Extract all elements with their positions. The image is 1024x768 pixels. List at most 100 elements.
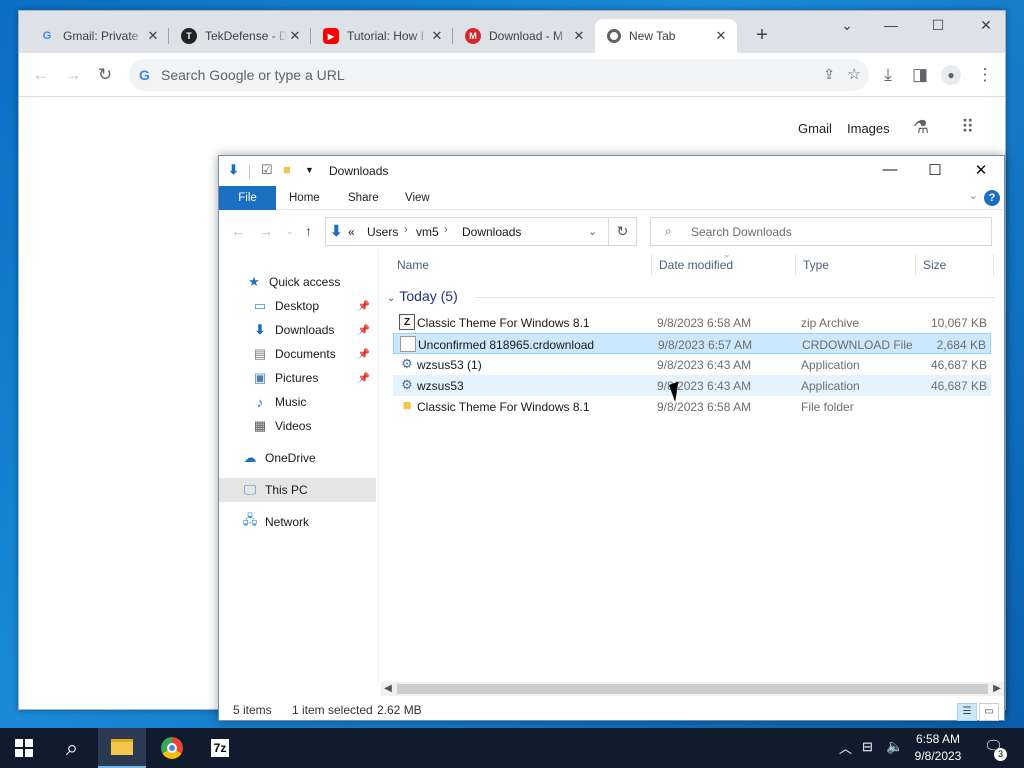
properties-icon[interactable]: ☑	[261, 162, 273, 180]
quick-access-dropdown-icon[interactable]: ▼	[305, 165, 314, 183]
address-segment-downloads[interactable]: Downloads	[462, 225, 521, 239]
pin-icon[interactable]: 📌	[358, 301, 370, 312]
file-size: 46,687 KB	[930, 379, 987, 393]
clock[interactable]: 6:58 AM 9/8/2023	[908, 731, 968, 765]
network-status-icon[interactable]: ⊟	[862, 739, 873, 768]
pin-icon[interactable]: 📌	[358, 349, 370, 360]
bookmark-star-icon[interactable]: ☆	[848, 65, 861, 83]
file-row-selected[interactable]: Unconfirmed 818965.crdownload 9/8/2023 6…	[393, 333, 991, 354]
close-icon[interactable]: ✕	[429, 28, 445, 44]
address-segment-users[interactable]: Users	[367, 225, 398, 239]
reload-button[interactable]: ↻	[95, 65, 115, 85]
close-icon[interactable]: ✕	[571, 28, 587, 44]
7zip-icon[interactable]: 7z	[196, 728, 244, 768]
clock-date: 9/8/2023	[914, 749, 962, 763]
scroll-left-icon[interactable]: ◀	[381, 682, 395, 696]
back-button[interactable]: ←	[231, 223, 245, 239]
minimize-button[interactable]: —	[876, 161, 904, 178]
status-bar: 5 items 1 item selected 2.62 MB ☰ ▭	[219, 698, 1004, 722]
back-button[interactable]: ←	[31, 65, 51, 85]
forward-button[interactable]: →	[63, 65, 83, 85]
tab-gmail[interactable]: G Gmail: Private ✕	[27, 19, 169, 53]
nav-documents[interactable]: ▤ Documents 📌	[219, 342, 376, 366]
scrollbar-thumb[interactable]	[397, 684, 988, 694]
maximize-button[interactable]: ☐	[928, 17, 948, 34]
tab-mega[interactable]: M Download - M ✕	[453, 19, 595, 53]
menu-icon[interactable]: ⋮	[975, 65, 995, 85]
nav-videos[interactable]: ▦ Videos	[219, 414, 376, 438]
file-row[interactable]: Z Classic Theme For Windows 8.1 9/8/2023…	[393, 312, 991, 333]
refresh-button[interactable]: ↻	[609, 217, 637, 246]
pin-icon[interactable]: 📌	[358, 325, 370, 336]
column-header-type[interactable]: Type	[797, 250, 829, 280]
ribbon-tab-home[interactable]: Home	[277, 186, 332, 210]
labs-flask-icon[interactable]: ⚗	[913, 117, 929, 138]
new-folder-icon[interactable]: ■	[283, 162, 291, 180]
horizontal-scrollbar[interactable]: ◀ ▶	[381, 682, 1004, 696]
recent-locations-icon[interactable]: ⌄	[286, 226, 294, 237]
large-icons-view-icon[interactable]: ▭	[979, 703, 999, 721]
ribbon-tab-share[interactable]: Share	[336, 186, 391, 210]
tab-youtube[interactable]: ▶ Tutorial: How I ✕	[311, 19, 453, 53]
nav-quick-access[interactable]: ★ Quick access	[219, 270, 376, 294]
chrome-icon	[607, 29, 621, 43]
gmail-link[interactable]: Gmail	[798, 121, 832, 136]
images-link[interactable]: Images	[847, 121, 890, 136]
nav-this-pc[interactable]: 🖵 This PC	[219, 478, 376, 502]
new-tab-button[interactable]: +	[751, 25, 773, 47]
address-overflow[interactable]: «	[348, 225, 355, 239]
file-row[interactable]: ■ Classic Theme For Windows 8.1 9/8/2023…	[393, 396, 991, 417]
chrome-icon[interactable]	[148, 728, 196, 768]
maximize-button[interactable]: ☐	[921, 161, 949, 179]
apps-grid-icon[interactable]: ⠿	[961, 117, 974, 138]
profile-avatar-icon[interactable]: ●	[941, 65, 961, 85]
search-box[interactable]: ⌕ Search Downloads	[650, 217, 992, 246]
chevron-down-icon[interactable]: ⌄	[588, 225, 597, 238]
close-icon[interactable]: ✕	[145, 28, 161, 44]
pin-icon[interactable]: 📌	[358, 373, 370, 384]
tab-tekdefense[interactable]: T TekDefense - D ✕	[169, 19, 311, 53]
address-segment-vm5[interactable]: vm5	[416, 225, 439, 239]
omnibox[interactable]: G Search Google or type a URL ⇪ ☆	[129, 59, 869, 91]
nav-pictures[interactable]: ▣ Pictures 📌	[219, 366, 376, 390]
tab-new-tab[interactable]: New Tab ✕	[595, 19, 737, 53]
search-icon[interactable]: ⌕	[48, 728, 96, 768]
expand-ribbon-icon[interactable]: ⌄	[969, 189, 978, 202]
column-header-name[interactable]: Name	[391, 250, 429, 280]
nav-downloads[interactable]: ⬇ Downloads 📌	[219, 318, 376, 342]
chevron-right-icon[interactable]: ›	[404, 224, 408, 236]
start-button[interactable]	[0, 728, 48, 768]
close-button[interactable]: ✕	[967, 161, 995, 179]
minimize-button[interactable]: —	[881, 17, 901, 33]
up-button[interactable]: ↑	[305, 223, 312, 239]
tab-title: TekDefense - D	[205, 29, 287, 43]
divider	[795, 254, 796, 276]
ribbon-tab-file[interactable]: File	[219, 186, 276, 210]
file-row[interactable]: ⚙ wzsus53 9/8/2023 6:43 AM Application 4…	[393, 375, 991, 396]
close-window-button[interactable]: ✕	[976, 17, 996, 34]
group-header-today[interactable]: ⌄ Today (5)	[387, 288, 995, 304]
tab-search-icon[interactable]: ⌄	[837, 17, 857, 34]
help-icon[interactable]: ?	[984, 190, 1000, 206]
nav-network[interactable]: 🖧 Network	[219, 510, 376, 534]
forward-button[interactable]: →	[259, 223, 273, 239]
scroll-right-icon[interactable]: ▶	[990, 682, 1004, 696]
volume-muted-icon[interactable]: 🔈	[886, 738, 903, 768]
omnibox-placeholder: Search Google or type a URL	[161, 67, 345, 83]
column-header-size[interactable]: Size	[917, 250, 946, 280]
details-view-icon[interactable]: ☰	[957, 703, 977, 721]
file-explorer-icon[interactable]	[98, 728, 146, 768]
nav-onedrive[interactable]: ☁ OneDrive	[219, 446, 376, 470]
nav-desktop[interactable]: ▭ Desktop 📌	[219, 294, 376, 318]
chevron-up-icon[interactable]: ︿	[839, 738, 852, 768]
file-row[interactable]: ⚙ wzsus53 (1) 9/8/2023 6:43 AM Applicati…	[393, 354, 991, 375]
ribbon-tab-view[interactable]: View	[393, 186, 442, 210]
address-bar[interactable]: ⬇ « Users › vm5 › Downloads ⌄	[325, 217, 609, 246]
share-icon[interactable]: ⇪	[823, 66, 835, 83]
side-panel-icon[interactable]: ◨	[910, 65, 930, 85]
chevron-right-icon[interactable]: ›	[444, 224, 448, 236]
nav-music[interactable]: ♪ Music	[219, 390, 376, 414]
close-icon[interactable]: ✕	[287, 28, 303, 44]
close-icon[interactable]: ✕	[713, 28, 729, 44]
download-icon[interactable]: ⤓	[878, 65, 898, 85]
